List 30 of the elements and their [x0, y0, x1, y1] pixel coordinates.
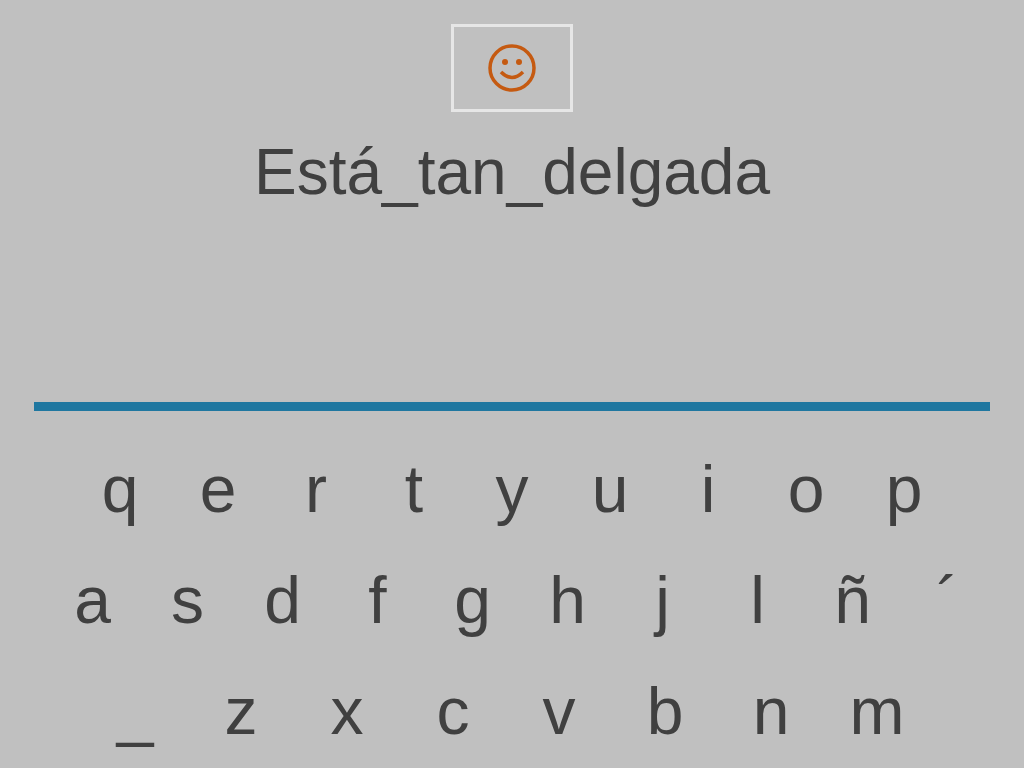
letter-key[interactable]: ñ [805, 554, 900, 645]
letter-key[interactable]: y [463, 443, 561, 534]
letter-key[interactable]: b [612, 665, 718, 756]
smiley-icon [487, 43, 537, 93]
smiley-button[interactable] [451, 24, 573, 112]
letter-key[interactable]: v [506, 665, 612, 756]
letter-key[interactable]: m [824, 665, 930, 756]
letter-key[interactable]: e [169, 443, 267, 534]
letter-key[interactable]: x [294, 665, 400, 756]
letter-key[interactable]: u [561, 443, 659, 534]
letter-key[interactable]: d [235, 554, 330, 645]
letter-key[interactable]: p [855, 443, 953, 534]
letter-key[interactable]: _ [82, 665, 188, 756]
letter-key[interactable]: t [365, 443, 463, 534]
letter-key[interactable]: s [140, 554, 235, 645]
letter-key[interactable]: c [400, 665, 506, 756]
letter-key[interactable]: ´ [900, 554, 995, 645]
letter-key[interactable]: z [188, 665, 294, 756]
letter-key[interactable]: f [330, 554, 425, 645]
letter-key[interactable]: g [425, 554, 520, 645]
letter-key[interactable]: h [520, 554, 615, 645]
letter-key[interactable]: a [45, 554, 140, 645]
letter-key[interactable]: i [659, 443, 757, 534]
letter-key[interactable]: o [757, 443, 855, 534]
letter-key[interactable]: q [71, 443, 169, 534]
prompt-text: Está_tan_delgada [254, 135, 770, 210]
letter-key[interactable]: r [267, 443, 365, 534]
letter-key[interactable]: n [718, 665, 824, 756]
letter-key[interactable]: j [615, 554, 710, 645]
letter-key[interactable]: l [710, 554, 805, 645]
